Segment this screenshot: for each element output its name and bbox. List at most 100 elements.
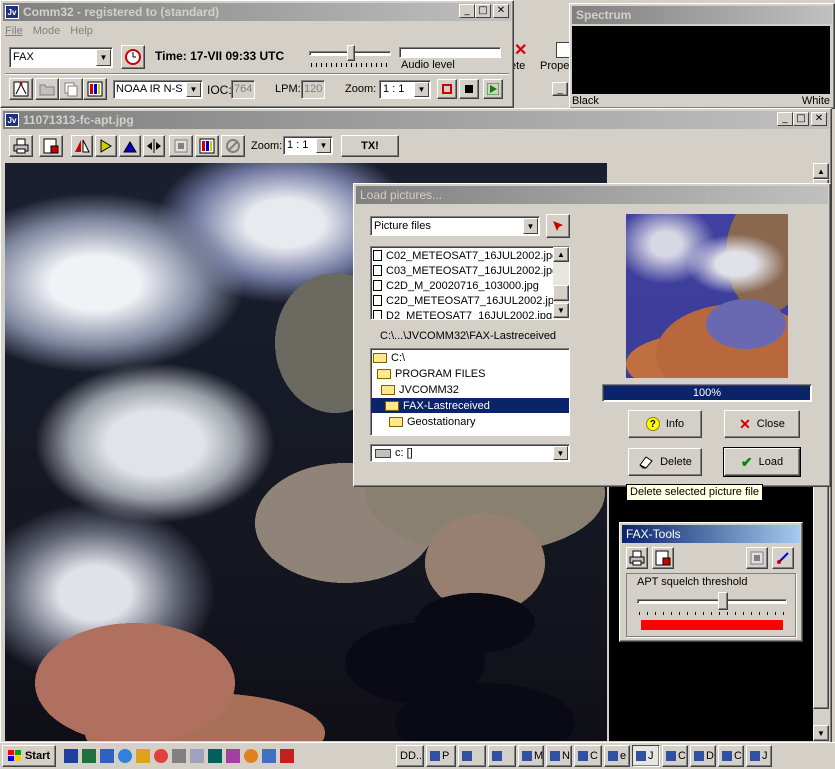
image-close-button[interactable]: ✕ (811, 112, 827, 126)
pause-button[interactable] (437, 79, 457, 99)
chevron-down-icon[interactable]: ▼ (414, 82, 429, 97)
squelch-slider-thumb[interactable] (718, 592, 729, 610)
satellite-select[interactable]: NOAA IR N-S ▼ (113, 80, 203, 99)
receive-button[interactable] (9, 78, 33, 100)
folder-tree-item[interactable]: FAX-Lastreceived (371, 398, 569, 413)
ie-icon[interactable] (118, 749, 132, 763)
print-button[interactable] (9, 135, 33, 157)
drive-select[interactable]: c: [] ▼ (370, 444, 570, 462)
taskbar-task-button[interactable] (458, 745, 486, 767)
menu-mode[interactable]: Mode (33, 25, 61, 41)
start-button[interactable]: Start (2, 745, 56, 767)
color-bars-button[interactable] (83, 78, 107, 100)
file-list[interactable]: C02_METEOSAT7_16JUL2002.jpg C03_METEOSAT7… (370, 246, 570, 320)
taskbar-task-button[interactable]: D (690, 745, 716, 767)
open-folder-button[interactable] (35, 78, 59, 100)
clock-button[interactable] (121, 45, 145, 69)
camera-icon[interactable] (172, 749, 186, 763)
scroll-thumb[interactable] (553, 285, 569, 301)
taskbar-task-button[interactable]: DD... (396, 745, 424, 767)
load-button[interactable]: ✔ Load (723, 447, 801, 477)
main-zoom-select[interactable]: 1 : 1 ▼ (379, 80, 431, 99)
fax-save-button[interactable] (652, 547, 674, 569)
taskbar-task-button[interactable]: C (662, 745, 688, 767)
select-pointer-button[interactable] (546, 214, 570, 238)
taskbar-task-button[interactable]: M (518, 745, 544, 767)
main-maximize-button[interactable]: □ (475, 4, 491, 18)
acrobat-icon[interactable] (280, 749, 294, 763)
folder-tree[interactable]: C:\ PROGRAM FILES JVCOMM32 FAX-Lastreceived… (370, 348, 570, 436)
fax-tools-title-bar[interactable]: FAX-Tools (622, 525, 800, 543)
file-list-item[interactable]: D2_METEOSAT7_16JUL2002.jpg (373, 308, 552, 319)
image-title-bar[interactable]: Jv 11071313-fc-apt.jpg (3, 111, 829, 129)
scroll-up-button[interactable]: ▲ (553, 247, 569, 262)
taskbar-task-button[interactable]: J (632, 745, 660, 767)
squelch-slider[interactable] (637, 592, 787, 616)
taskbar-task-button[interactable]: P (426, 745, 456, 767)
play-button[interactable] (483, 79, 503, 99)
level-slider[interactable] (307, 45, 393, 69)
spectrum-title-bar[interactable]: Spectrum (572, 6, 832, 24)
chevron-down-icon[interactable]: ▼ (316, 138, 331, 153)
monitor-icon[interactable] (262, 749, 276, 763)
fax-print-button[interactable] (626, 547, 648, 569)
publisher-icon[interactable] (208, 749, 222, 763)
rotate-button[interactable] (95, 135, 117, 157)
delete-button[interactable]: Delete (628, 448, 702, 476)
taskbar-task-button[interactable] (488, 745, 516, 767)
mode-select[interactable]: FAX ▼ (9, 47, 113, 68)
chevron-down-icon[interactable]: ▼ (96, 49, 111, 66)
scroll-up-button[interactable]: ▲ (813, 163, 829, 179)
image-minimize-button[interactable]: _ (777, 112, 793, 126)
mirror-button[interactable] (143, 135, 165, 157)
folder-tree-item[interactable]: JVCOMM32 (381, 382, 459, 397)
lpm-field[interactable]: 120 (301, 80, 325, 99)
taskbar-task-button[interactable]: C (574, 745, 602, 767)
copy-button[interactable] (59, 78, 83, 100)
excel-icon[interactable] (82, 749, 96, 763)
save-image-button[interactable] (39, 135, 63, 157)
outlook-icon[interactable] (100, 749, 114, 763)
stop-button[interactable] (459, 79, 479, 99)
main-minimize-button[interactable]: _ (459, 4, 475, 18)
flip-horizontal-button[interactable] (71, 135, 93, 157)
image-zoom-select[interactable]: 1 : 1 ▼ (283, 136, 333, 155)
cancel-button[interactable] (221, 135, 245, 157)
file-list-item[interactable]: C02_METEOSAT7_16JUL2002.jpg (373, 248, 558, 263)
menu-file[interactable]: File (5, 25, 23, 41)
tx-button[interactable]: TX! (341, 135, 399, 157)
scroll-down-button[interactable]: ▼ (553, 303, 569, 318)
cursor-icon[interactable] (298, 749, 312, 763)
file-filter-select[interactable]: Picture files ▼ (370, 216, 540, 236)
fax-brush-button[interactable] (772, 547, 794, 569)
folder-tree-item[interactable]: PROGRAM FILES (377, 366, 485, 381)
file-list-item[interactable]: C2D_M_20020716_103000.jpg (373, 278, 539, 293)
taskbar-task-button[interactable]: J (746, 745, 772, 767)
scroll-down-button[interactable]: ▼ (813, 725, 829, 741)
menu-help[interactable]: Help (70, 25, 93, 41)
chevron-down-icon[interactable]: ▼ (553, 446, 568, 460)
taskbar-task-button[interactable]: e (604, 745, 630, 767)
file-list-item[interactable]: C03_METEOSAT7_16JUL2002.jpg (373, 263, 558, 278)
load-dialog-title-bar[interactable]: Load pictures... (356, 186, 828, 204)
file-list-item[interactable]: C2D_METEOSAT7_16JUL2002.jpg (373, 293, 560, 308)
close-button[interactable]: ✕ Close (724, 410, 800, 438)
main-close-button[interactable]: ✕ (493, 4, 509, 18)
colors-icon[interactable] (226, 749, 240, 763)
main-title-bar[interactable]: Jv Comm32 - registered to (standard) (3, 3, 511, 21)
folder-tree-item[interactable]: Geostationary (389, 414, 475, 429)
flip-vertical-button[interactable] (119, 135, 141, 157)
balloon2-icon[interactable] (244, 749, 258, 763)
folder-tree-item[interactable]: C:\ (373, 350, 405, 365)
palette-button[interactable] (195, 135, 219, 157)
taskbar-task-button[interactable]: C (718, 745, 744, 767)
ioc-field[interactable]: 764 (231, 80, 255, 99)
chevron-down-icon[interactable]: ▼ (523, 218, 538, 234)
fax-crop-button[interactable] (746, 547, 768, 569)
image-maximize-button[interactable]: □ (793, 112, 809, 126)
crop-button[interactable] (169, 135, 193, 157)
level-slider-thumb[interactable] (347, 45, 355, 61)
background-minimize-button[interactable]: _ (552, 82, 568, 96)
taskbar-task-button[interactable]: N (546, 745, 572, 767)
info-button[interactable]: ? Info (628, 410, 702, 438)
